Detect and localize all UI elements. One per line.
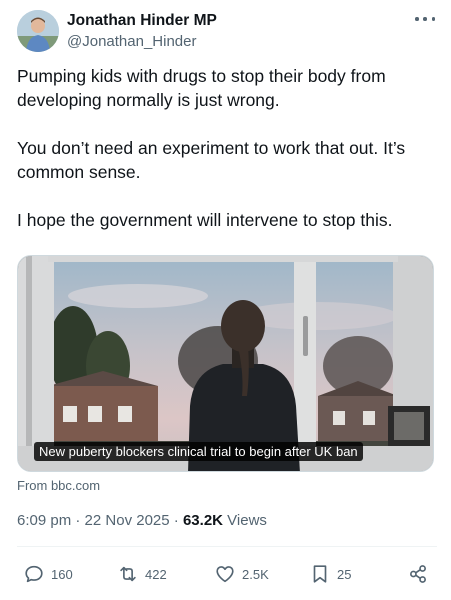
reply-button[interactable]: 160 — [23, 560, 73, 588]
reply-icon — [25, 565, 43, 583]
link-card-headline[interactable]: New puberty blockers clinical trial to b… — [34, 442, 363, 461]
meta-separator: · — [75, 512, 81, 529]
link-card-image — [18, 256, 433, 471]
more-options-icon[interactable] — [415, 12, 435, 26]
heart-icon — [216, 566, 234, 583]
tweet-paragraph: Pumping kids with drugs to stop their bo… — [17, 66, 386, 110]
views-label: Views — [227, 512, 267, 529]
tweet-time[interactable]: 6:09 pm — [17, 512, 71, 529]
tweet-text: Pumping kids with drugs to stop their bo… — [17, 64, 437, 256]
meta-separator: · — [173, 512, 179, 529]
author-info: Jonathan Hinder MP @Jonathan_Hinder — [67, 11, 217, 51]
tweet-header: Jonathan Hinder MP @Jonathan_Hinder — [17, 10, 437, 54]
link-card[interactable]: New puberty blockers clinical trial to b… — [17, 255, 434, 472]
tweet-date[interactable]: 22 Nov 2025 — [85, 512, 170, 529]
divider — [17, 546, 437, 547]
author-handle[interactable]: @Jonathan_Hinder — [67, 32, 217, 51]
repost-button[interactable]: 422 — [117, 560, 167, 588]
like-button[interactable]: 2.5K — [214, 560, 269, 588]
share-icon — [410, 565, 426, 583]
repost-count: 422 — [145, 566, 167, 582]
author-display-name[interactable]: Jonathan Hinder MP — [67, 11, 217, 30]
repost-icon — [120, 566, 136, 582]
avatar[interactable] — [17, 10, 59, 52]
avatar-photo-icon — [17, 10, 59, 52]
tweet-paragraph: I hope the government will intervene to … — [17, 210, 393, 230]
action-bar: 160 422 2.5K 25 — [17, 560, 437, 588]
tweet-meta: 6:09 pm · 22 Nov 2025 · 63.2K Views — [17, 512, 267, 529]
bookmark-icon — [313, 565, 327, 583]
like-count: 2.5K — [242, 566, 269, 582]
views-count[interactable]: 63.2K — [183, 512, 223, 529]
bookmark-count: 25 — [337, 566, 352, 582]
share-button[interactable] — [407, 560, 435, 588]
tweet-paragraph: You don’t need an experiment to work tha… — [17, 138, 406, 182]
reply-count: 160 — [51, 566, 73, 582]
link-source[interactable]: From bbc.com — [17, 478, 100, 493]
bookmark-button[interactable]: 25 — [309, 560, 351, 588]
